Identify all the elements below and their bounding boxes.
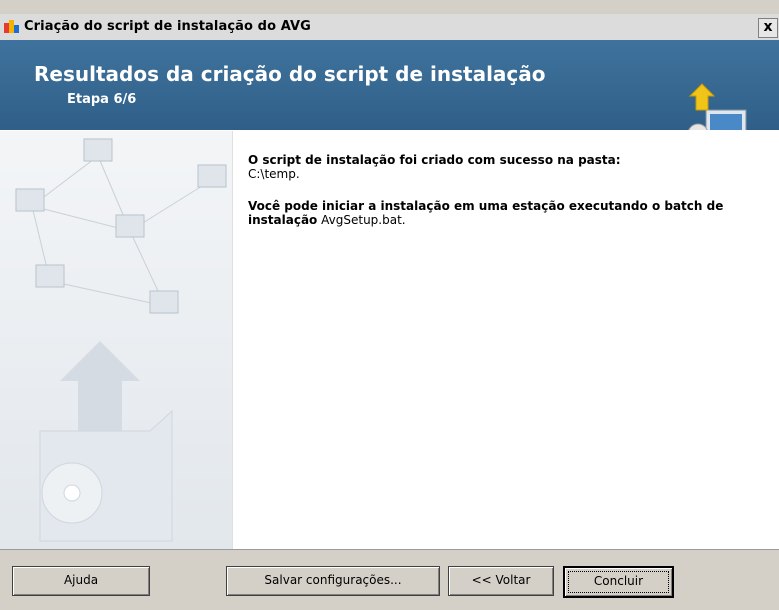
page-title: Resultados da criação do script de insta… xyxy=(34,62,546,86)
step-header: Resultados da criação do script de insta… xyxy=(0,40,779,149)
output-folder-path: C:\temp. xyxy=(248,167,300,181)
step-indicator: Etapa 6/6 xyxy=(67,92,137,107)
instructions-text: Você pode iniciar a instalação em uma es… xyxy=(248,199,724,227)
avg-logo-icon xyxy=(4,19,20,35)
back-button[interactable]: << Voltar xyxy=(448,566,554,596)
success-text: O script de instalação foi criado com su… xyxy=(248,153,621,167)
instructions-paragraph: Você pode iniciar a instalação em uma es… xyxy=(248,199,748,227)
network-illustration-icon xyxy=(0,131,232,550)
finish-button[interactable]: Concluir xyxy=(563,566,674,598)
button-bar: Ajuda Salvar configurações... << Voltar … xyxy=(0,549,779,610)
side-illustration xyxy=(0,131,233,550)
close-icon: x xyxy=(763,19,773,35)
main-body: O script de instalação foi criado com su… xyxy=(0,130,779,550)
success-paragraph: O script de instalação foi criado com su… xyxy=(248,153,748,181)
result-message: O script de instalação foi criado com su… xyxy=(248,153,748,245)
close-button[interactable]: x xyxy=(758,18,778,38)
help-button[interactable]: Ajuda xyxy=(12,566,150,596)
window-title: Criação do script de instalação do AVG xyxy=(24,19,311,34)
batch-file-name: AvgSetup.bat. xyxy=(321,213,406,227)
installer-window: Criação do script de instalação do AVG x… xyxy=(0,0,779,610)
title-bar: Criação do script de instalação do AVG x xyxy=(0,14,779,41)
save-settings-button[interactable]: Salvar configurações... xyxy=(226,566,440,596)
